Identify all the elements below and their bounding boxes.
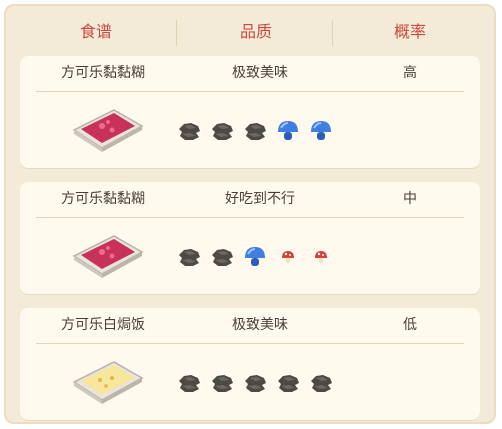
dark-stone-icon xyxy=(242,370,268,396)
recipe-row: 方可乐黏黏糊 好吃到不行 中 xyxy=(20,182,480,216)
row-divider xyxy=(36,343,464,344)
recipe-row: 方可乐黏黏糊 极致美味 高 xyxy=(20,56,480,90)
dish-icon xyxy=(72,235,144,278)
header-recipe: 食谱 xyxy=(79,22,112,41)
recipe-name: 方可乐黏黏糊 xyxy=(61,65,145,81)
dish-icon xyxy=(72,361,144,404)
ingredient-list xyxy=(176,370,376,400)
blue-mushroom-icon xyxy=(308,118,334,144)
recipe-card: 方可乐黏黏糊 极致美味 高 xyxy=(20,56,480,168)
recipe-name: 方可乐黏黏糊 xyxy=(61,191,145,207)
dark-stone-icon xyxy=(209,370,235,396)
recipe-row: 方可乐白焗饭 极致美味 低 xyxy=(20,308,480,342)
blue-mushroom-icon xyxy=(242,244,268,270)
recipe-card: 方可乐白焗饭 极致美味 低 xyxy=(20,308,480,420)
dark-stone-icon xyxy=(209,118,235,144)
dark-stone-icon xyxy=(176,118,202,144)
recipe-quality: 极致美味 xyxy=(232,317,288,333)
header-divider xyxy=(176,20,177,46)
header-divider xyxy=(332,20,333,46)
red-mushroom-icon xyxy=(275,244,301,270)
row-divider xyxy=(36,91,464,92)
dark-stone-icon xyxy=(242,118,268,144)
dark-stone-icon xyxy=(209,244,235,270)
row-divider xyxy=(36,217,464,218)
table-header: 食谱 品质 概率 xyxy=(6,14,494,50)
recipe-probability: 中 xyxy=(403,191,417,207)
recipe-card: 方可乐黏黏糊 好吃到不行 中 xyxy=(20,182,480,294)
dark-stone-icon xyxy=(176,244,202,270)
recipe-quality: 好吃到不行 xyxy=(225,191,295,207)
dark-stone-icon xyxy=(308,370,334,396)
red-mushroom-icon xyxy=(308,244,334,270)
blue-mushroom-icon xyxy=(275,118,301,144)
header-quality: 品质 xyxy=(239,22,272,41)
dish-icon xyxy=(72,109,144,152)
recipe-probability: 低 xyxy=(403,317,417,333)
ingredient-list xyxy=(176,244,376,274)
dark-stone-icon xyxy=(176,370,202,396)
dark-stone-icon xyxy=(275,370,301,396)
recipe-probability: 高 xyxy=(403,65,417,81)
recipe-table-panel: 食谱 品质 概率 方可乐黏黏糊 极致美味 高 方可乐黏黏糊 好吃到不行 中 方可… xyxy=(4,4,496,424)
recipe-quality: 极致美味 xyxy=(232,65,288,81)
ingredient-list xyxy=(176,118,376,148)
recipe-name: 方可乐白焗饭 xyxy=(61,317,145,333)
header-probability: 概率 xyxy=(393,22,426,41)
